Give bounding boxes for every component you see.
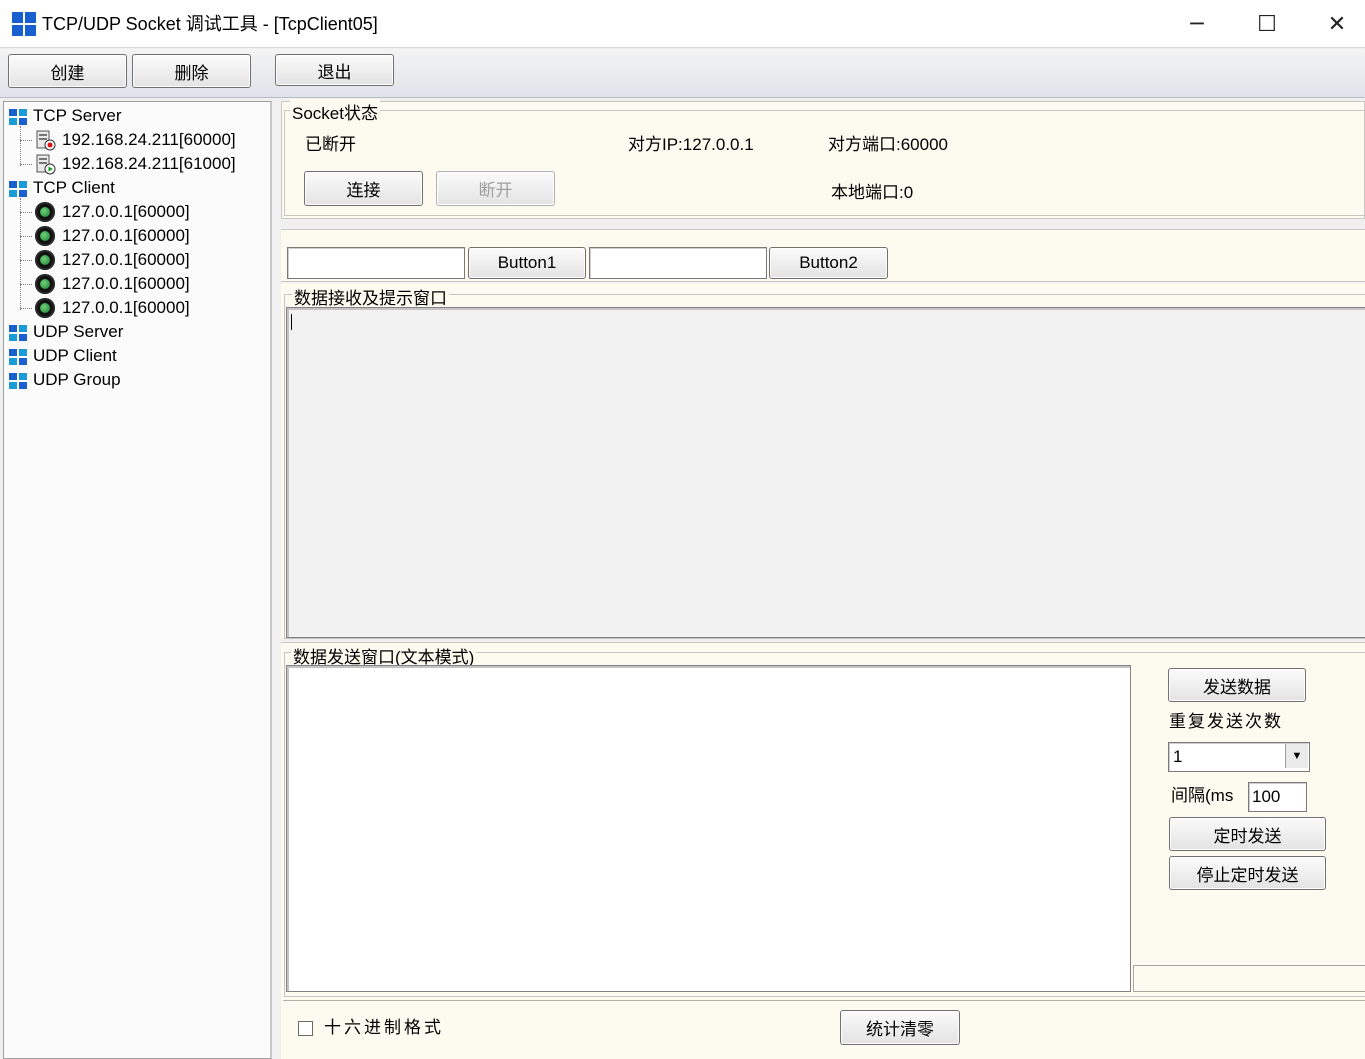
tree-node-server-61000[interactable]: 192.168.24.211[61000] <box>32 152 264 176</box>
connect-button[interactable]: 连接 <box>304 171 423 206</box>
connection-tree[interactable]: TCP Server 192.168.24.211[60000] 192.168… <box>3 101 272 1059</box>
receive-textarea[interactable] <box>286 307 1365 638</box>
tree-node-udp-client[interactable]: UDP Client <box>4 344 264 368</box>
tree-label: 192.168.24.211[61000] <box>62 154 236 173</box>
tree-node-tcp-client[interactable]: TCP Client <box>4 176 264 200</box>
repeat-count-select[interactable]: 1 ▼ <box>1168 742 1310 772</box>
tcp-server-icon <box>9 109 27 125</box>
tree-label: 192.168.24.211[60000] <box>62 130 236 149</box>
server-running-icon <box>36 154 56 175</box>
tree-node-client-4[interactable]: 127.0.0.1[60000] <box>32 272 264 296</box>
tree-label: UDP Server <box>33 322 124 341</box>
interval-input[interactable]: 100 <box>1248 782 1307 812</box>
local-port: 本地端口:0 <box>831 183 914 202</box>
reset-stats-button[interactable]: 统计清零 <box>840 1010 960 1045</box>
client-connected-icon <box>35 274 55 294</box>
udp-client-icon <box>9 349 27 365</box>
socket-status-legend: Socket状态 <box>290 99 380 124</box>
tree-node-tcp-server[interactable]: TCP Server <box>4 104 264 128</box>
udp-group-icon <box>9 373 27 389</box>
toolbar: 创建 删除 退出 <box>0 49 1365 98</box>
tree-label: 127.0.0.1[60000] <box>62 298 190 317</box>
exit-button[interactable]: 退出 <box>275 54 394 86</box>
tree-node-server-60000[interactable]: 192.168.24.211[60000] <box>32 128 264 152</box>
tree-node-client-3[interactable]: 127.0.0.1[60000] <box>32 248 264 272</box>
tree-node-client-5[interactable]: 127.0.0.1[60000] <box>32 296 264 320</box>
interval-value: 100 <box>1252 787 1281 806</box>
button2[interactable]: Button2 <box>769 247 888 279</box>
tree-label: 127.0.0.1[60000] <box>62 226 190 245</box>
text-input-1[interactable] <box>287 247 465 279</box>
tree-label: 127.0.0.1[60000] <box>62 274 190 293</box>
tree-label: 127.0.0.1[60000] <box>62 202 190 221</box>
create-button[interactable]: 创建 <box>8 54 127 88</box>
delete-button[interactable]: 删除 <box>132 54 251 88</box>
send-data-button[interactable]: 发送数据 <box>1168 668 1306 702</box>
repeat-count-label: 重复发送次数 <box>1169 712 1283 731</box>
title-bar: TCP/UDP Socket 调试工具 - [TcpClient05] ─ ☐ … <box>0 0 1365 48</box>
tree-label: UDP Group <box>33 370 121 389</box>
udp-server-icon <box>9 325 27 341</box>
peer-port: 对方端口:60000 <box>828 135 948 154</box>
peer-ip: 对方IP:127.0.0.1 <box>628 135 754 154</box>
interval-label: 间隔(ms <box>1171 786 1234 805</box>
chevron-down-icon[interactable]: ▼ <box>1285 744 1308 768</box>
tree-label: 127.0.0.1[60000] <box>62 250 190 269</box>
tree-node-client-2[interactable]: 127.0.0.1[60000] <box>32 224 264 248</box>
connection-state: 已断开 <box>305 135 356 154</box>
tree-node-udp-group[interactable]: UDP Group <box>4 368 264 392</box>
tree-label: TCP Client <box>33 178 115 197</box>
tcp-client-icon <box>9 181 27 197</box>
timed-send-button[interactable]: 定时发送 <box>1169 817 1326 851</box>
disconnect-button[interactable]: 断开 <box>436 171 555 206</box>
app-icon <box>12 12 36 36</box>
send-status-field <box>1133 965 1365 992</box>
receive-legend: 数据接收及提示窗口 <box>292 284 449 309</box>
tree-node-client-1[interactable]: 127.0.0.1[60000] <box>32 200 264 224</box>
bottom-bar <box>283 1000 1365 1059</box>
client-connected-icon <box>35 250 55 270</box>
client-connected-icon <box>35 298 55 318</box>
button1[interactable]: Button1 <box>468 247 586 279</box>
client-connected-icon <box>35 226 55 246</box>
close-button[interactable]: ✕ <box>1302 0 1365 48</box>
text-input-2[interactable] <box>589 247 767 279</box>
tree-label: TCP Server <box>33 106 122 125</box>
text-caret <box>291 314 292 330</box>
repeat-count-value: 1 <box>1173 747 1183 766</box>
hex-format-checkbox[interactable] <box>298 1021 313 1036</box>
send-textarea[interactable] <box>286 665 1131 992</box>
window-title: TCP/UDP Socket 调试工具 - [TcpClient05] <box>42 14 378 34</box>
server-stopped-icon <box>36 130 56 151</box>
tree-label: UDP Client <box>33 346 117 365</box>
stop-timed-send-button[interactable]: 停止定时发送 <box>1169 856 1326 890</box>
client-connected-icon <box>35 202 55 222</box>
hex-format-label[interactable]: 十六进制格式 <box>324 1017 444 1039</box>
minimize-button[interactable]: ─ <box>1162 0 1232 48</box>
maximize-button[interactable]: ☐ <box>1232 0 1302 48</box>
tree-node-udp-server[interactable]: UDP Server <box>4 320 264 344</box>
